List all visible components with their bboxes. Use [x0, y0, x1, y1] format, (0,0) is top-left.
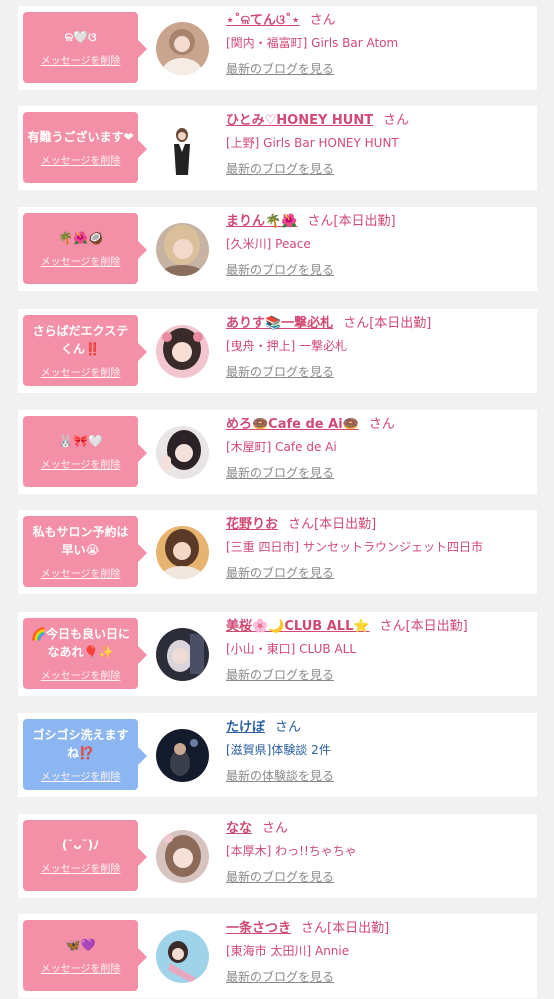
message-text: 有難うございます❤	[27, 130, 134, 144]
message-bubble: ゴシゴシ洗えますね⁉️ メッセージを削除	[23, 719, 147, 790]
delete-message-link[interactable]: メッセージを削除	[41, 52, 121, 67]
avatar[interactable]	[156, 830, 209, 883]
member-name-link[interactable]: たけぼ	[226, 720, 265, 735]
message-bubble: 私もサロン予約は早い😭 メッセージを削除	[23, 516, 147, 587]
message-bubble: 🌈今日も良い日になあれ🎈✨ メッセージを削除	[23, 618, 147, 689]
shop-info: [東海市 太田川] Annie	[226, 944, 350, 958]
message-text: (˘ᴗ˘)ﾉ	[61, 838, 100, 852]
delete-message-link[interactable]: メッセージを削除	[41, 456, 121, 471]
avatar[interactable]	[156, 628, 209, 681]
member-name-link[interactable]: まりん🌴🌺	[226, 214, 297, 229]
delete-message-link[interactable]: メッセージを削除	[41, 768, 121, 783]
message-bubble: (˘ᴗ˘)ﾉ メッセージを削除	[23, 820, 147, 891]
message-bubble: 🐰🎀🤍 メッセージを削除	[23, 416, 147, 487]
message-bubble: 🌴🌺🥥 メッセージを削除	[23, 213, 147, 284]
list-item: ゴシゴシ洗えますね⁉️ メッセージを削除 たけぼ さん [滋賀県]体験談 2件 最…	[18, 713, 537, 797]
name-suffix: さん[本日出勤]	[379, 619, 468, 634]
delete-message-link[interactable]: メッセージを削除	[41, 960, 121, 975]
message-bubble: ଳ🤍ଓ メッセージを削除	[23, 12, 147, 83]
shop-info: [曳舟・押上] 一撃必札	[226, 339, 348, 353]
name-suffix: さん[本日出勤]	[343, 316, 432, 331]
name-suffix: さん[本日出勤]	[288, 517, 377, 532]
message-text: 🌴🌺🥥	[58, 231, 103, 245]
shop-info: [関内・福富町] Girls Bar Atom	[226, 36, 399, 50]
delete-message-link[interactable]: メッセージを削除	[41, 152, 121, 167]
name-suffix: さん	[262, 821, 289, 836]
latest-post-link[interactable]: 最新のブログを見る	[226, 161, 334, 177]
avatar[interactable]	[156, 22, 209, 75]
avatar[interactable]	[156, 930, 209, 983]
latest-post-link[interactable]: 最新のブログを見る	[226, 869, 334, 885]
message-text: ଳ🤍ଓ	[64, 30, 97, 44]
avatar[interactable]	[156, 325, 209, 378]
member-name-link[interactable]: ⋆˚ଳてんଓ˚⋆	[226, 13, 300, 28]
member-name-link[interactable]: ありす📚一撃必札	[226, 316, 333, 331]
latest-post-link[interactable]: 最新のブログを見る	[226, 667, 334, 683]
message-bubble: さらばだエクステくん‼️ メッセージを削除	[23, 315, 147, 386]
list-item: 有難うございます❤ メッセージを削除 ひとみ♡HONEY HUNT さん [上野]…	[18, 106, 537, 190]
delete-message-link[interactable]: メッセージを削除	[41, 565, 121, 580]
shop-info: [小山・東口] CLUB ALL	[226, 642, 357, 656]
name-suffix: さん	[275, 720, 302, 735]
latest-review-link[interactable]: 最新の体験談を見る	[226, 768, 334, 784]
latest-post-link[interactable]: 最新のブログを見る	[226, 61, 334, 77]
message-text: 私もサロン予約は早い😭	[32, 525, 129, 557]
latest-post-link[interactable]: 最新のブログを見る	[226, 262, 334, 278]
avatar[interactable]	[156, 729, 209, 782]
list-item: 私もサロン予約は早い😭 メッセージを削除 花野りお さん[本日出勤] [三重 四日…	[18, 510, 537, 594]
latest-post-link[interactable]: 最新のブログを見る	[226, 969, 334, 985]
avatar[interactable]	[156, 122, 209, 175]
shop-info: [滋賀県]体験談 2件	[226, 743, 331, 757]
member-name-link[interactable]: めろ🍩Cafe de Ai🍩	[226, 417, 359, 432]
shop-info: [久米川] Peace	[226, 237, 311, 251]
delete-message-link[interactable]: メッセージを削除	[41, 860, 121, 875]
name-suffix: さん[本日出勤]	[301, 921, 390, 936]
delete-message-link[interactable]: メッセージを削除	[41, 667, 121, 682]
member-name-link[interactable]: なな	[226, 821, 252, 836]
member-name-link[interactable]: ひとみ♡HONEY HUNT	[226, 113, 373, 128]
message-text: ゴシゴシ洗えますね⁉️	[32, 728, 129, 760]
message-text: 🌈今日も良い日になあれ🎈✨	[31, 627, 130, 659]
avatar[interactable]	[156, 223, 209, 276]
latest-post-link[interactable]: 最新のブログを見る	[226, 565, 334, 581]
message-text: 🐰🎀🤍	[58, 434, 103, 448]
member-name-link[interactable]: 花野りお	[226, 517, 278, 532]
delete-message-link[interactable]: メッセージを削除	[41, 364, 121, 379]
list-item: ଳ🤍ଓ メッセージを削除 ⋆˚ଳてんଓ˚⋆ さん [関内・福富町] Girls B…	[18, 6, 537, 90]
list-item: 🌈今日も良い日になあれ🎈✨ メッセージを削除 美桜🌸🌙CLUB ALL⭐ さん[本…	[18, 612, 537, 696]
avatar[interactable]	[156, 526, 209, 579]
avatar[interactable]	[156, 426, 209, 479]
shop-info: [本厚木] わっ!!ちゃちゃ	[226, 844, 357, 858]
list-item: (˘ᴗ˘)ﾉ メッセージを削除 なな さん [本厚木] わっ!!ちゃちゃ 最新のブ…	[18, 814, 537, 898]
shop-info: [三重 四日市] サンセットラウンジェット四日市	[226, 540, 483, 554]
latest-post-link[interactable]: 最新のブログを見る	[226, 364, 334, 380]
shop-info: [木屋町] Cafe de Ai	[226, 440, 337, 454]
list-item: 🦋💜 メッセージを削除 一条さつき さん[本日出勤] [東海市 太田川] Anni…	[18, 914, 537, 998]
list-item: 🐰🎀🤍 メッセージを削除 めろ🍩Cafe de Ai🍩 さん [木屋町] Cafe…	[18, 410, 537, 494]
list-item: さらばだエクステくん‼️ メッセージを削除 ありす📚一撃必札 さん[本日出勤] […	[18, 309, 537, 393]
list-item: 🌴🌺🥥 メッセージを削除 まりん🌴🌺 さん[本日出勤] [久米川] Peace 最…	[18, 207, 537, 291]
latest-post-link[interactable]: 最新のブログを見る	[226, 465, 334, 481]
shop-info: [上野] Girls Bar HONEY HUNT	[226, 136, 399, 150]
message-list: ଳ🤍ଓ メッセージを削除 ⋆˚ଳてんଓ˚⋆ さん [関内・福富町] Girls B…	[0, 0, 554, 999]
member-name-link[interactable]: 美桜🌸🌙CLUB ALL⭐	[226, 619, 370, 634]
name-suffix: さん[本日出勤]	[307, 214, 396, 229]
name-suffix: さん	[368, 417, 395, 432]
name-suffix: さん	[383, 113, 410, 128]
message-bubble: 有難うございます❤ メッセージを削除	[23, 112, 147, 183]
name-suffix: さん	[309, 13, 336, 28]
message-text: 🦋💜	[65, 938, 96, 952]
member-name-link[interactable]: 一条さつき	[226, 921, 291, 936]
message-bubble: 🦋💜 メッセージを削除	[23, 920, 147, 991]
delete-message-link[interactable]: メッセージを削除	[41, 253, 121, 268]
message-text: さらばだエクステくん‼️	[32, 324, 129, 356]
